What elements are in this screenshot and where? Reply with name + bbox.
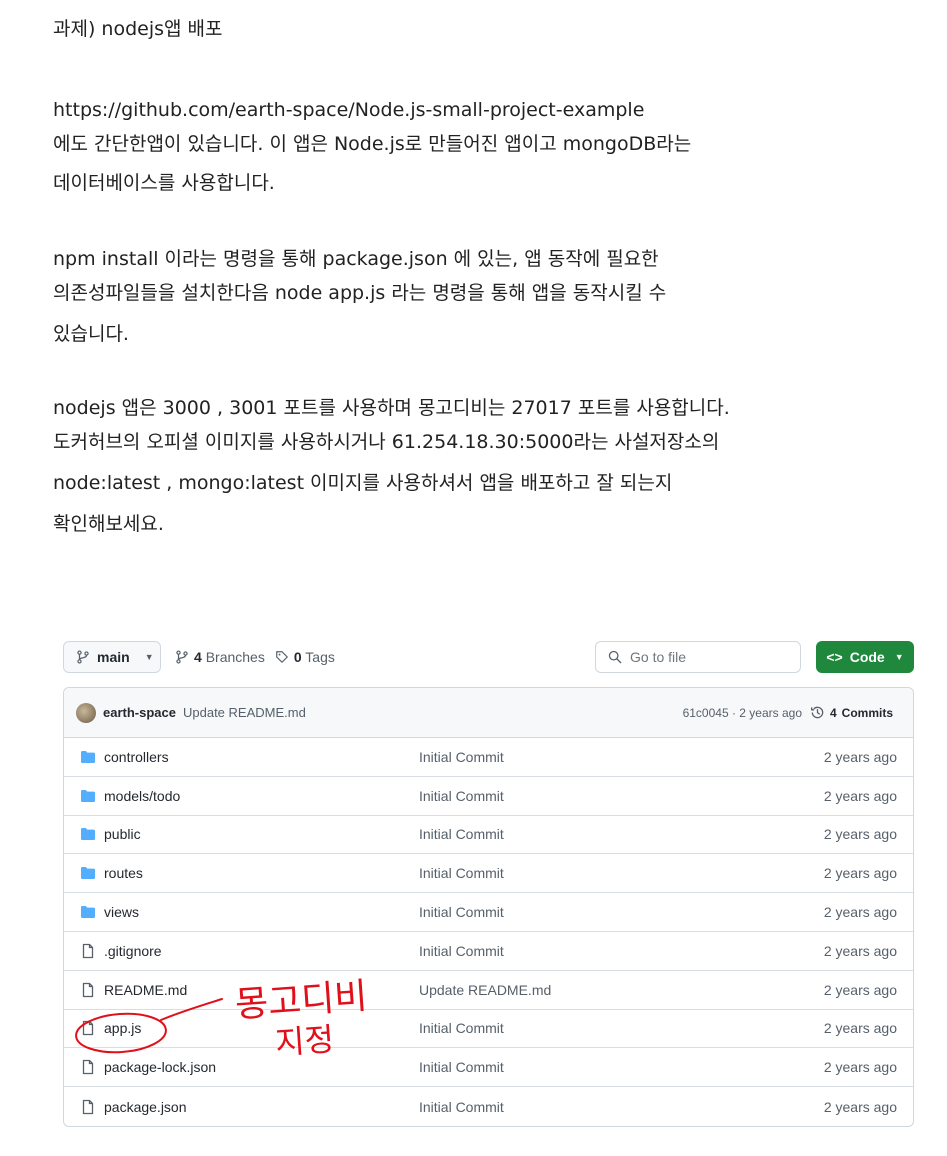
file-name[interactable]: public [104,826,141,842]
file-icon [80,943,96,959]
table-row[interactable]: package.json Initial Commit 2 years ago [64,1087,913,1126]
file-age: 2 years ago [823,748,897,765]
folder-icon [80,826,96,842]
assignment-document: 과제) nodejs앱 배포 https://github.com/earth-… [53,16,913,545]
paragraph-3-line-1: nodejs 앱은 3000 , 3001 포트를 사용하며 몽고디비는 270… [53,397,730,419]
file-age: 2 years ago [823,1098,897,1115]
file-name[interactable]: .gitignore [104,943,162,959]
github-repo-screenshot: main ▼ 4 Branches 0 Tags Go to file <> C… [63,640,914,1127]
commit-sha-age[interactable]: 61c0045 · 2 years ago [683,706,802,720]
file-age: 2 years ago [823,787,897,804]
file-name[interactable]: models/todo [104,788,180,804]
file-table: earth-space Update README.md 61c0045 · 2… [63,687,914,1127]
file-age: 2 years ago [823,1059,897,1076]
file-commit-message[interactable]: Initial Commit [419,788,504,804]
paragraph-3-line-2: 도커허브의 오피셜 이미지를 사용하시거나 61.254.18.30:5000라… [53,431,720,453]
go-to-file-placeholder: Go to file [630,649,687,665]
repo-url-text: https://github.com/earth-space/Node.js-s… [53,99,645,121]
repo-toolbar: main ▼ 4 Branches 0 Tags Go to file <> C… [63,640,914,674]
chevron-down-icon: ▼ [894,652,904,662]
file-name[interactable]: routes [104,865,143,881]
file-icon [80,1020,96,1036]
paragraph-1-line-2: 에도 간단한앱이 있습니다. 이 앱은 Node.js로 만들어진 앱이고 mo… [53,133,692,155]
commits-count: 4 [829,705,837,720]
file-icon [80,1099,96,1115]
table-row[interactable]: README.md Update README.md 2 years ago [64,971,913,1010]
folder-icon [80,904,96,920]
file-commit-message[interactable]: Initial Commit [419,943,504,959]
file-name[interactable]: views [104,904,139,920]
table-row[interactable]: routes Initial Commit 2 years ago [64,854,913,894]
tag-icon [275,651,288,663]
paragraph-1-line-3: 데이터베이스를 사용합니다. [53,172,275,194]
branches-label: Branches [205,649,265,665]
file-age: 2 years ago [823,826,897,843]
branches-count: 4 [194,649,202,665]
file-age: 2 years ago [823,942,897,959]
file-commit-message[interactable]: Initial Commit [419,1020,504,1036]
branches-link[interactable]: 4 Branches [175,649,265,665]
table-row[interactable]: package-lock.json Initial Commit 2 years a… [64,1048,913,1088]
history-icon [811,706,824,719]
avatar[interactable] [76,702,96,723]
table-row[interactable]: views Initial Commit 2 years ago [64,893,913,932]
tags-label: Tags [305,649,335,665]
code-button[interactable]: <> Code ▼ [816,641,914,673]
code-icon: <> [826,649,843,665]
file-commit-message[interactable]: Initial Commit [419,865,504,881]
folder-icon [80,788,96,804]
latest-commit-row: earth-space Update README.md 61c0045 · 2… [64,688,913,738]
tags-count: 0 [293,649,302,665]
paragraph-1: https://github.com/earth-space/Node.js-s… [53,97,913,202]
table-row[interactable]: .gitignore Initial Commit 2 years ago [64,932,913,971]
file-name[interactable]: app.js [104,1020,141,1036]
file-icon [80,1059,96,1075]
table-row[interactable]: models/todo Initial Commit 2 years ago [64,777,913,816]
file-name[interactable]: package.json [104,1099,187,1115]
file-age: 2 years ago [823,904,897,921]
paragraph-3-line-4: 확인해보세요. [53,513,164,535]
chevron-down-icon: ▼ [144,652,154,662]
tags-link[interactable]: 0 Tags [275,649,335,665]
file-name[interactable]: controllers [104,749,169,765]
file-icon [80,982,96,998]
commit-author[interactable]: earth-space [103,705,176,720]
paragraph-2-line-2: 의존성파일들을 설치한다음 node app.js 라는 명령을 통해 앱을 동… [53,282,667,304]
file-age: 2 years ago [823,1020,897,1037]
git-branch-icon [77,650,89,664]
folder-icon [80,749,96,765]
file-age: 2 years ago [823,981,897,998]
paragraph-2-line-1: npm install 이라는 명령을 통해 package.json 에 있는… [53,248,659,270]
file-commit-message[interactable]: Initial Commit [419,826,504,842]
file-name[interactable]: README.md [104,982,187,998]
file-commit-message[interactable]: Update README.md [419,982,551,998]
file-list: controllers Initial Commit 2 years ago mode… [64,738,913,1126]
branch-select-button[interactable]: main ▼ [63,641,161,673]
commit-message[interactable]: Update README.md [183,705,306,720]
commits-link[interactable]: 4 Commits [810,705,893,720]
paragraph-2: npm install 이라는 명령을 통해 package.json 에 있는… [53,246,913,355]
file-commit-message[interactable]: Initial Commit [419,1059,504,1075]
folder-icon [80,865,96,881]
file-commit-message[interactable]: Initial Commit [419,749,504,765]
paragraph-3: nodejs 앱은 3000 , 3001 포트를 사용하며 몽고디비는 270… [53,395,913,545]
file-commit-message[interactable]: Initial Commit [419,1099,504,1115]
commits-label: Commits [841,705,893,720]
table-row[interactable]: public Initial Commit 2 years ago [64,816,913,855]
file-commit-message[interactable]: Initial Commit [419,904,504,920]
document-title: 과제) nodejs앱 배포 [53,18,223,40]
paragraph-2-line-3: 있습니다. [53,323,129,345]
table-row[interactable]: controllers Initial Commit 2 years ago [64,738,913,777]
file-age: 2 years ago [823,865,897,882]
branch-name: main [97,649,130,665]
git-branch-icon [176,650,188,664]
table-row[interactable]: app.js Initial Commit 2 years ago [64,1010,913,1049]
code-button-label: Code [849,649,885,665]
file-name[interactable]: package-lock.json [104,1059,216,1075]
paragraph-3-line-3: node:latest , mongo:latest 이미지를 사용하셔서 앱을… [53,472,673,494]
search-icon [608,650,622,664]
go-to-file-input[interactable]: Go to file [595,641,801,673]
